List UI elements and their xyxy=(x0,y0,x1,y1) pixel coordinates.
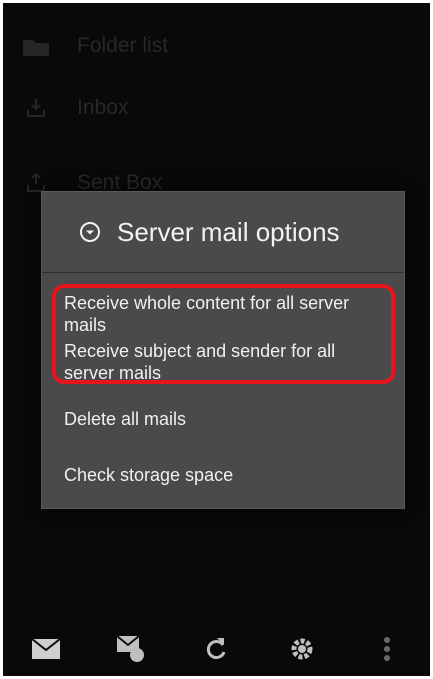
option-check-storage-space[interactable]: Check storage space xyxy=(64,464,384,486)
refresh-icon[interactable] xyxy=(196,629,236,669)
dialog-title: Server mail options xyxy=(117,216,340,247)
dialog-header: Server mail options xyxy=(42,192,404,272)
phone-screen: Folder list Inbox Sent Box Server mail o… xyxy=(3,3,430,676)
inbox-label: Inbox xyxy=(77,96,129,119)
folder-list-header[interactable]: Folder list xyxy=(3,11,430,81)
highlight-annotation-box xyxy=(52,284,395,384)
option-label: Delete all mails xyxy=(64,409,187,429)
server-mail-options-dialog: Server mail options Receive whole conten… xyxy=(41,191,405,509)
dialog-divider xyxy=(42,272,404,273)
folder-icon xyxy=(21,34,51,58)
inbox-tray-icon xyxy=(21,96,51,120)
bottom-action-bar xyxy=(3,621,430,676)
gear-icon[interactable] xyxy=(282,629,322,669)
radio-dot-icon xyxy=(79,221,101,243)
option-delete-all-mails[interactable]: Delete all mails xyxy=(64,408,384,430)
mail-settings-icon[interactable] xyxy=(111,629,151,669)
option-label: Check storage space xyxy=(64,465,234,485)
more-vertical-icon[interactable] xyxy=(367,629,407,669)
inbox-row[interactable]: Inbox xyxy=(3,73,430,143)
folder-list-label: Folder list xyxy=(77,34,169,57)
mail-icon[interactable] xyxy=(26,629,66,669)
